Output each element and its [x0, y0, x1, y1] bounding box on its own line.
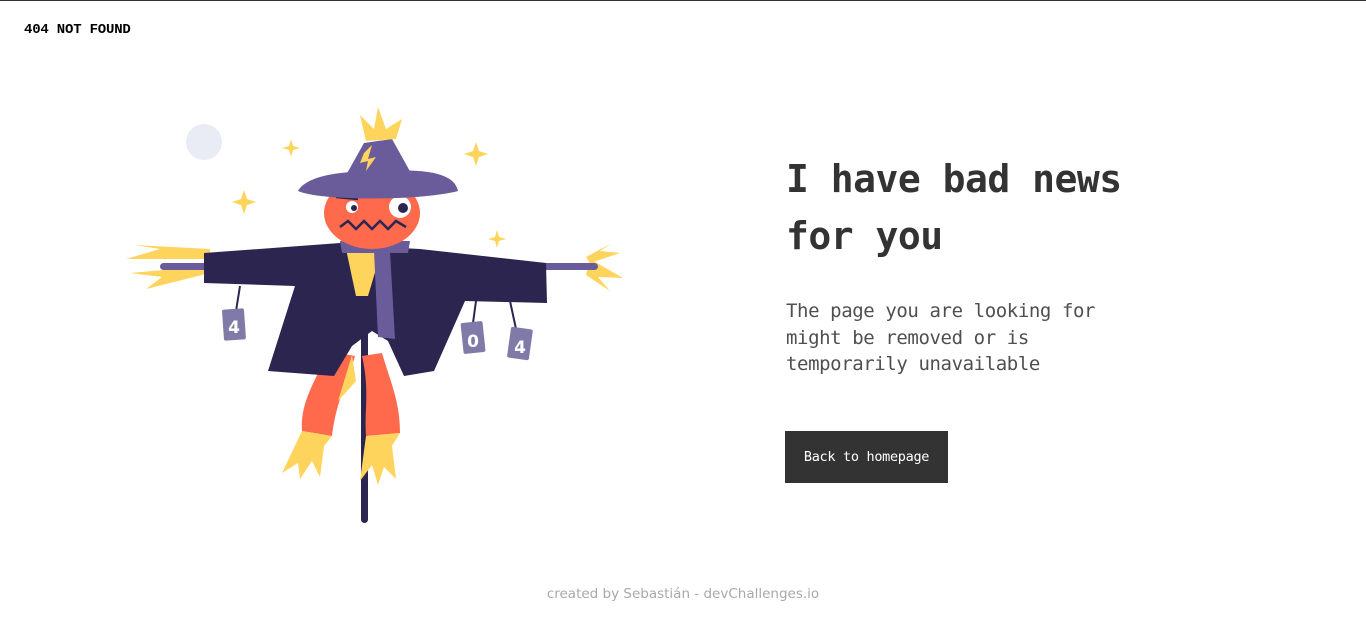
error-message: The page you are looking for might be re… [786, 300, 1096, 375]
back-to-homepage-button[interactable]: Back to homepage [785, 431, 948, 483]
moon-icon [186, 124, 222, 160]
footer-credit: created by Sebastián - devChallenges.io [546, 586, 820, 602]
svg-text:4: 4 [228, 318, 240, 338]
headline: I have bad news for you [786, 157, 1122, 258]
svg-text:0: 0 [467, 332, 479, 352]
svg-text:4: 4 [514, 338, 526, 358]
page-title-label: 404 NOT FOUND [24, 22, 131, 38]
scarecrow-illustration: 4 0 4 [120, 101, 630, 531]
